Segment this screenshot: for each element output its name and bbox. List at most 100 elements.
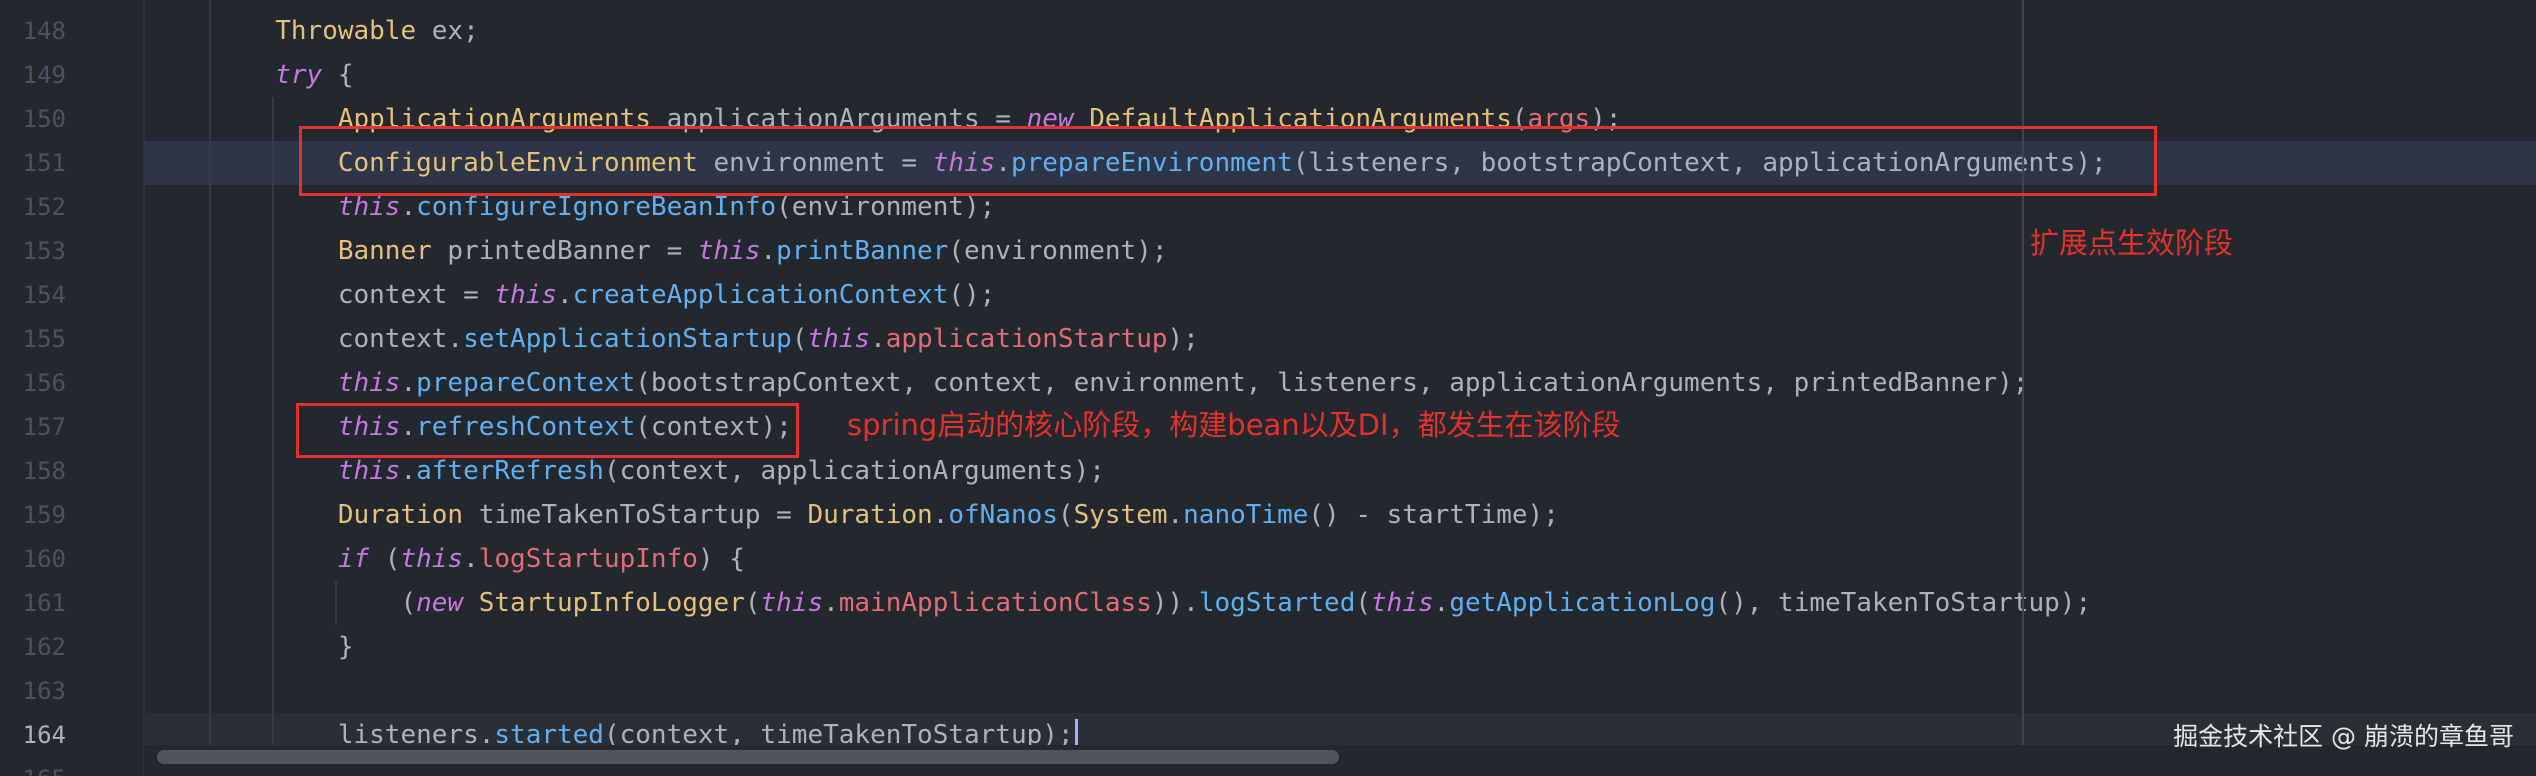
line-number[interactable]: 161 (0, 581, 66, 625)
code-line[interactable]: Throwable ex; (144, 9, 2536, 53)
code-token-plain: . (760, 236, 777, 266)
code-token-plain: . (1167, 500, 1184, 530)
code-token-plain: (), timeTakenToStartup); (1715, 588, 2092, 618)
code-token-plain: . (557, 280, 573, 310)
code-token-plain: . (823, 588, 839, 618)
line-number-gutter[interactable]: 148 149 150 151 152 153 154 155 156 157 158 159 160 1… (0, 0, 144, 776)
annotation-refresh-context: spring启动的核心阶段，构建bean以及DI，都发生在该阶段 (847, 408, 1621, 442)
code-token-keyword: this (337, 368, 401, 398)
line-number[interactable]: 153 (0, 229, 66, 273)
code-token-method: prepareContext (416, 368, 636, 398)
code-line[interactable]: context = this.createApplicationContext(… (144, 273, 2536, 317)
code-token-plain: ex; (416, 16, 479, 46)
code-token-plain: . (870, 324, 886, 354)
line-number[interactable]: 154 (0, 273, 66, 317)
indent-guide (272, 97, 274, 745)
code-line-text[interactable]: } (150, 625, 354, 669)
code-line-text[interactable]: this.prepareContext(bootstrapContext, co… (150, 361, 2029, 405)
code-token-type: Duration (807, 500, 933, 530)
watermark: 掘金技术社区 @ 崩溃的章鱼哥 (2173, 722, 2514, 751)
code-token-keyword: try (275, 60, 323, 90)
code-line-text[interactable]: Duration timeTakenToStartup = Duration.o… (150, 493, 1559, 537)
code-line-text[interactable]: Throwable ex; (150, 9, 479, 53)
code-line-text[interactable]: if (this.logStartupInfo) { (150, 537, 745, 581)
horizontal-scrollbar-thumb[interactable] (157, 750, 1339, 764)
code-line-text[interactable]: Banner printedBanner = this.printBanner(… (150, 229, 1168, 273)
line-number[interactable]: 162 (0, 625, 66, 669)
line-number[interactable]: 148 (0, 9, 66, 53)
code-token-plain: ( (744, 588, 761, 618)
code-token-plain: context. (337, 324, 464, 354)
code-token-plain: ); (1167, 324, 1199, 354)
code-token-keyword: this (807, 324, 871, 354)
code-line[interactable]: } (144, 625, 2536, 669)
code-token-plain: . (463, 544, 479, 574)
code-token-plain: . (932, 500, 949, 530)
indent-guide (209, 0, 211, 745)
code-editor[interactable]: 148 149 150 151 152 153 154 155 156 157 158 159 160 1… (0, 0, 2536, 776)
code-token-plain: (environment); (948, 236, 1168, 266)
code-token-keyword: this (494, 280, 558, 310)
line-number[interactable]: 159 (0, 493, 66, 537)
line-number[interactable]: 155 (0, 317, 66, 361)
line-number[interactable]: 151 (0, 141, 66, 185)
code-token-keyword: this (1371, 588, 1434, 618)
code-line[interactable] (144, 669, 2536, 713)
line-number[interactable]: 157 (0, 405, 66, 449)
annotation-box-prepare-environment (299, 126, 2157, 196)
code-token-keyword: this (400, 544, 464, 574)
code-token-plain: (bootstrapContext, context, environment,… (635, 368, 2029, 398)
code-token-plain: } (337, 632, 354, 662)
code-token-method: setApplicationStartup (463, 324, 792, 354)
code-token-field: logStartupInfo (478, 544, 698, 574)
line-number[interactable]: 158 (0, 449, 66, 493)
line-number[interactable]: 149 (0, 53, 66, 97)
code-line-text[interactable]: context = this.createApplicationContext(… (150, 273, 995, 317)
code-token-keyword: this (760, 588, 824, 618)
code-line[interactable]: (new StartupInfoLogger(this.mainApplicat… (144, 581, 2536, 625)
line-number[interactable]: 160 (0, 537, 66, 581)
code-area[interactable]: Throwable ex; try { ApplicationArguments… (144, 0, 2536, 776)
code-token-plain: ( (400, 588, 417, 618)
code-line[interactable]: Duration timeTakenToStartup = Duration.o… (144, 493, 2536, 537)
code-line[interactable]: try { (144, 53, 2536, 97)
line-number[interactable]: 165 (0, 757, 66, 776)
code-token-type: Throwable (275, 16, 417, 46)
code-line-text[interactable]: (new StartupInfoLogger(this.mainApplicat… (150, 581, 2091, 625)
code-line-text[interactable]: try { (150, 53, 354, 97)
code-token-plain: { (322, 60, 354, 90)
line-number[interactable]: 150 (0, 97, 66, 141)
code-token-plain: ( (791, 324, 808, 354)
code-token-plain: ) { (697, 544, 745, 574)
code-token-plain: printedBanner = (431, 236, 698, 266)
code-token-type: StartupInfoLogger (478, 588, 745, 618)
line-number[interactable]: 163 (0, 669, 66, 713)
code-line[interactable]: this.prepareContext(bootstrapContext, co… (144, 361, 2536, 405)
code-line-text[interactable]: context.setApplicationStartup(this.appli… (150, 317, 1199, 361)
code-line[interactable]: if (this.logStartupInfo) { (144, 537, 2536, 581)
code-token-plain: . (400, 368, 417, 398)
line-number[interactable]: 156 (0, 361, 66, 405)
code-token-method: logStarted (1198, 588, 1356, 618)
line-number[interactable]: 164 (0, 713, 66, 757)
code-token-keyword: this (337, 192, 401, 222)
code-token-keyword: this (697, 236, 761, 266)
code-token-keyword: new (416, 588, 464, 618)
code-token-keyword: this (337, 456, 401, 486)
code-token-plain: (); (948, 280, 996, 310)
code-token-type: Duration (337, 500, 464, 530)
code-token-field: mainApplicationClass (838, 588, 1152, 618)
line-number[interactable]: 152 (0, 185, 66, 229)
code-token-plain: . (400, 192, 417, 222)
code-token-plain: ( (369, 544, 401, 574)
code-token-type: Banner (337, 236, 432, 266)
code-line[interactable]: context.setApplicationStartup(this.appli… (144, 317, 2536, 361)
annotation-box-refresh-context (296, 403, 799, 458)
